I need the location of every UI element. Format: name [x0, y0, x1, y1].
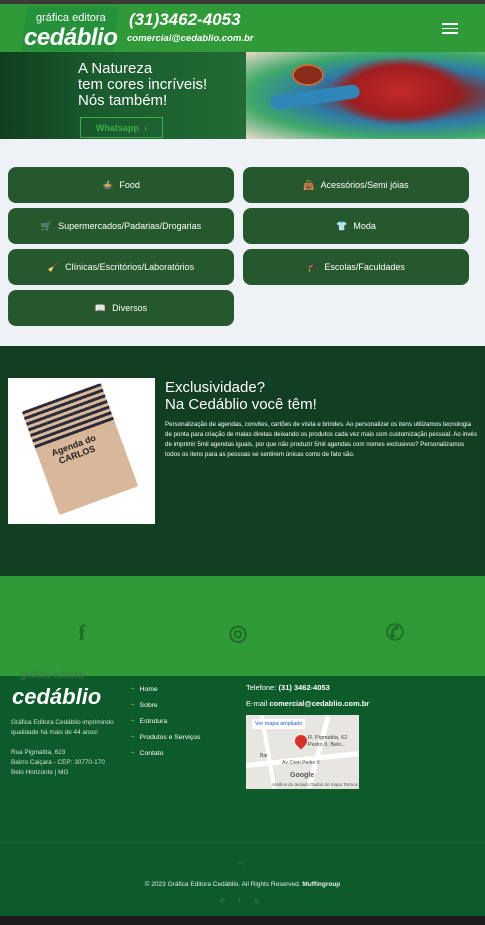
footer-link-produtos[interactable]: ▪▪ Produtos e Serviços — [131, 729, 200, 745]
site-footer: gráfica editora cedáblio Gráfica Editora… — [0, 670, 485, 916]
exclusivity-title-line2: Na Cedáblio você têm! — [165, 396, 317, 413]
graduation-icon: 🎓 — [307, 261, 319, 272]
map-pin-icon — [292, 732, 310, 750]
facebook-icon[interactable]: f — [70, 620, 94, 645]
location-map[interactable]: Ver mapa ampliado R. Pigmatita, 62 Pedro… — [246, 715, 359, 789]
category-label: Escolas/Faculdades — [324, 262, 405, 272]
copyright-brand-link[interactable]: Muffingroup — [302, 881, 340, 888]
header-email[interactable]: comercial@cedablio.com.br — [127, 33, 253, 44]
copyright: © 2023 Gráfica Editora Cedáblio. All Rig… — [0, 881, 485, 888]
footer-link-label: Contato — [139, 749, 164, 757]
footer-link-contato[interactable]: ▪▪ Contato — [131, 745, 200, 761]
category-label: Diversos — [112, 303, 148, 313]
phone-label: Telefone: — [246, 683, 277, 692]
map-street-label: Av. Dom Pedro II — [282, 760, 320, 766]
footer-link-label: Produtos e Serviços — [139, 733, 201, 741]
hero-line-1: A Natureza — [78, 60, 153, 77]
whatsapp-button[interactable]: Whatsapp › — [80, 117, 163, 138]
footer-link-estrutura[interactable]: ▪▪ Estrutura — [131, 713, 200, 729]
footer-contact: Telefone: (31) 3462-4053 E-mail comercia… — [246, 680, 369, 712]
chevron-right-icon: › — [144, 122, 147, 133]
email-value[interactable]: comercial@cedablio.com.br — [269, 699, 369, 708]
phone-value[interactable]: (31) 3462-4053 — [279, 683, 330, 692]
map-pin-label-line2: Pedro II, Belo... — [308, 742, 346, 748]
email-label: E-mail — [246, 699, 268, 708]
food-icon: 🍲 — [102, 179, 114, 190]
category-label: Acessórios/Semi jóias — [320, 180, 409, 190]
chameleon-eye — [292, 64, 324, 86]
bottom-bar — [0, 916, 485, 925]
footer-address: Rua Pigmatita, 623 Bairro Caiçara - CEP:… — [11, 748, 121, 778]
address-line-2: Bairro Caiçara - CEP: 30770-170 — [11, 759, 105, 766]
footer-logo[interactable]: cedáblio — [12, 684, 101, 710]
category-fashion-button[interactable]: 👕 Moda — [243, 208, 469, 244]
logo[interactable]: cedáblio — [24, 24, 118, 52]
social-section: f ◎ ✆ — [0, 576, 485, 676]
bullet-icon: ▪▪ — [131, 750, 135, 756]
bullet-icon: ▪▪ — [131, 734, 135, 740]
google-logo: Google — [290, 772, 315, 779]
hero-banner: A Natureza tem cores incríveis! Nós tamb… — [0, 52, 485, 139]
whatsapp-icon[interactable]: ✆ — [383, 620, 407, 645]
footer-divider — [0, 842, 485, 843]
map-pin-label: R. Pigmatita, 62 Pedro II, Belo... — [308, 735, 347, 749]
bag-icon: 👜 — [303, 179, 315, 190]
footer-link-label: Home — [139, 685, 158, 693]
category-accessories-button[interactable]: 👜 Acessórios/Semi jóias — [243, 167, 469, 203]
exclusivity-title: Exclusividade? Na Cedáblio você têm! — [165, 379, 317, 413]
broom-icon: 🧹 — [47, 261, 60, 272]
category-supermarkets-button[interactable]: 🛒 Supermercados/Padarias/Drogarias — [8, 208, 234, 244]
categories-section: 🍲 Food 👜 Acessórios/Semi jóias 🛒 Superme… — [0, 139, 485, 346]
whatsapp-button-label: Whatsapp — [95, 122, 139, 133]
exclusivity-text: Personalização de agendas, convites, car… — [165, 421, 477, 458]
footer-link-label: Estrutura — [139, 717, 168, 725]
footer-social-icons[interactable]: ✆ f ◎ — [0, 898, 485, 905]
map-footer: Atalhos do teclado Dados do mapa Termos — [272, 782, 358, 787]
footer-link-home[interactable]: ▪▪ Home — [131, 681, 200, 697]
footer-description: Gráfica Editora Cedáblio imprimindo qual… — [11, 719, 114, 736]
map-poi-bar: Bar — [260, 753, 268, 759]
category-label: Moda — [353, 221, 376, 231]
footer-nav: ▪▪ Home ▪▪ Sobre ▪▪ Estrutura ▪▪ Produtos e … — [131, 681, 200, 761]
bullet-icon: ▪▪ — [131, 718, 135, 724]
category-schools-button[interactable]: 🎓 Escolas/Faculdades — [243, 249, 469, 285]
site-header: gráfica editora cedáblio (31)3462-4053 c… — [0, 4, 485, 52]
logo-tagline: gráfica editora — [36, 12, 106, 24]
category-label: Food — [119, 180, 140, 190]
footer-link-sobre[interactable]: ▪▪ Sobre — [131, 697, 200, 713]
book-icon: 📖 — [94, 302, 107, 313]
category-clinics-button[interactable]: 🧹 Clínicas/Escritórios/Laboratórios — [8, 249, 234, 285]
chevron-up-icon[interactable]: ︿ — [236, 854, 245, 867]
copyright-text: © 2023 Gráfica Editora Cedáblio. All Rig… — [144, 881, 303, 888]
cart-icon: 🛒 — [40, 220, 53, 231]
category-label: Supermercados/Padarias/Drogarias — [58, 221, 202, 231]
shirt-icon: 👕 — [336, 220, 348, 231]
footer-link-label: Sobre — [139, 701, 158, 709]
bullet-icon: ▪▪ — [131, 686, 135, 692]
footer-email: E-mail comercial@cedablio.com.br — [246, 696, 369, 712]
footer-logo-tagline: gráfica editora — [20, 670, 84, 681]
agenda-image: Agenda do CARLOS — [8, 378, 155, 524]
address-line-1: Rua Pigmatita, 623 — [11, 749, 66, 756]
header-phone[interactable]: (31)3462-4053 — [129, 10, 241, 30]
hamburger-icon[interactable] — [442, 23, 458, 35]
hero-line-3: Nós também! — [78, 92, 168, 109]
category-food-button[interactable]: 🍲 Food — [8, 167, 234, 203]
bullet-icon: ▪▪ — [131, 702, 135, 708]
address-line-3: Belo Horizonte | MG — [11, 769, 69, 776]
category-label: Clínicas/Escritórios/Laboratórios — [65, 262, 195, 272]
exclusivity-section: Agenda do CARLOS Exclusividade? Na Cedáb… — [0, 346, 485, 576]
hero-line-2: tem cores incríveis! — [78, 76, 208, 93]
footer-phone: Telefone: (31) 3462-4053 — [246, 680, 369, 696]
view-larger-map-link[interactable]: Ver mapa ampliado — [252, 719, 306, 729]
exclusivity-title-line1: Exclusividade? — [165, 379, 266, 396]
category-misc-button[interactable]: 📖 Diversos — [8, 290, 234, 326]
instagram-icon[interactable]: ◎ — [226, 620, 250, 645]
map-pin-label-line1: R. Pigmatita, 62 — [308, 735, 348, 741]
